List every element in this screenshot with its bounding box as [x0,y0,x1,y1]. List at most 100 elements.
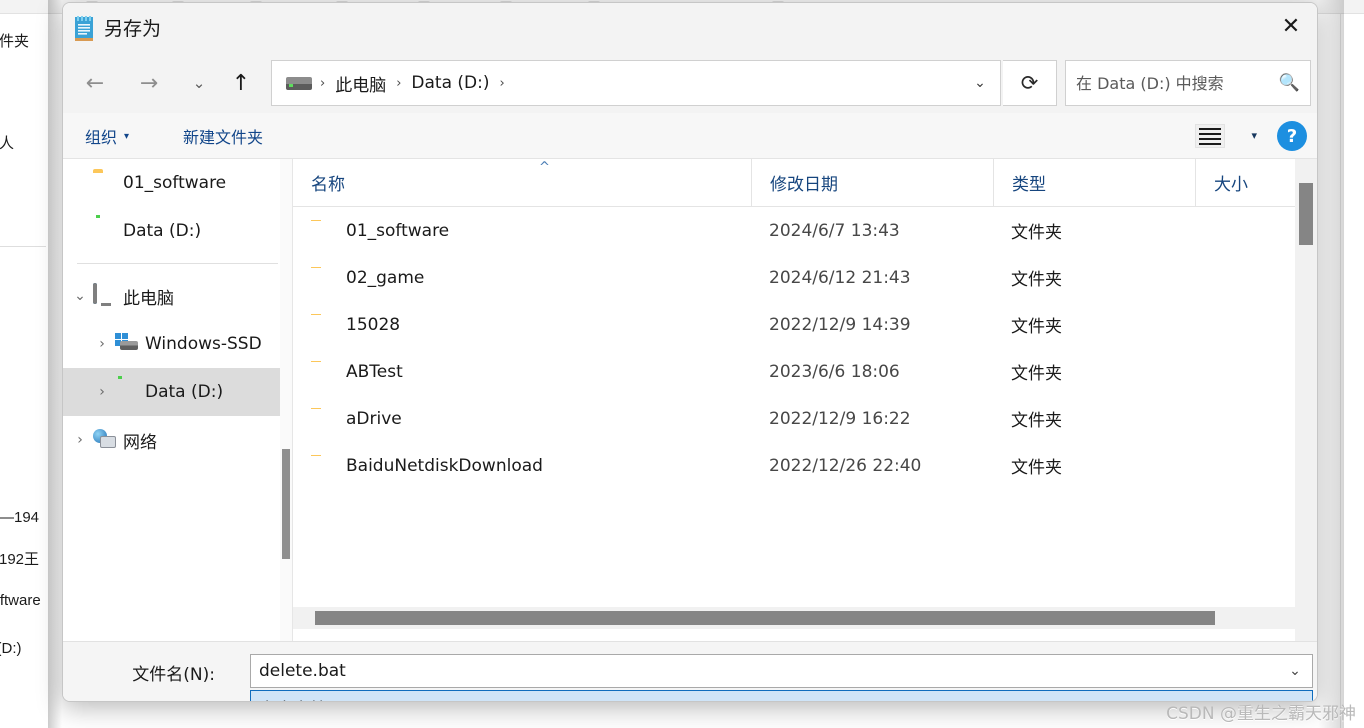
table-row[interactable]: ABTest 2023/6/6 18:06 文件夹 [293,348,1317,395]
background-clipped-label: 功—194 [0,509,40,526]
chevron-down-icon[interactable]: ⌄ [964,63,996,103]
filename-input[interactable] [259,661,1280,681]
sidebar-scrollbar[interactable] [280,159,292,641]
help-button[interactable]: ? [1277,121,1307,151]
new-folder-button[interactable]: 新建文件夹 [177,123,269,149]
breadcrumb-item-this-pc[interactable]: 此电脑 [329,67,392,100]
background-clipped-label: 个人 [0,135,15,152]
filename-label: 文件名(N): [132,665,215,685]
file-modified: 2023/6/6 18:06 [769,361,900,382]
address-bar[interactable]: › 此电脑 › Data (D:) › ⌄ [271,60,1001,106]
sidebar-divider [77,263,278,264]
recent-locations-button[interactable]: ⌄ [179,63,219,103]
table-row[interactable]: BaiduNetdiskDownload 2022/12/26 22:40 文件… [293,442,1317,489]
search-icon[interactable]: 🔍 [1279,73,1300,93]
view-options-chevron-down-icon[interactable]: ▾ [1251,129,1257,142]
close-icon[interactable]: ✕ [1265,3,1317,49]
navigation-bar: ← → ⌄ ↑ › 此电脑 › Data (D:) › ⌄ ⟳ 🔍 [63,55,1317,113]
horizontal-scrollbar-thumb[interactable] [315,611,1215,625]
twisty-collapsed-icon[interactable]: › [89,384,115,400]
filetype-value: 文本文档(*.txt) [259,695,1280,702]
vertical-scrollbar[interactable] [1295,159,1317,641]
folder-icon [311,267,335,289]
save-as-dialog: 另存为 ✕ ← → ⌄ ↑ › 此电脑 › Data (D:) › ⌄ ⟳ 🔍 [62,2,1318,702]
sidebar-item-this-pc[interactable]: ⌄ 此电脑 [63,272,292,320]
file-type: 文件夹 [1011,270,1062,290]
file-name-cell: BaiduNetdiskDownload [293,455,751,477]
file-name: aDrive [346,408,402,429]
column-header-label: 类型 [1012,174,1046,195]
twisty-collapsed-icon[interactable]: › [67,432,93,448]
sidebar-item-01-software[interactable]: › 01_software [63,159,292,207]
file-name: 02_game [346,267,425,288]
notepad-icon [75,16,93,41]
dialog-body: › 01_software › Data (D:) ⌄ 此电脑 › Win [63,159,1317,641]
file-name-cell: aDrive [293,408,751,430]
folder-icon [311,361,335,383]
chevron-down-icon[interactable]: ⌄ [1280,699,1310,701]
file-modified: 2024/6/12 21:43 [769,267,911,288]
file-name: 15028 [346,314,401,335]
file-type: 文件夹 [1011,364,1062,384]
list-view-icon[interactable] [1195,124,1225,148]
dialog-shadow-right [1318,0,1344,728]
chevron-down-icon[interactable]: ⌄ [1280,663,1310,679]
file-modified: 2022/12/9 14:39 [769,314,911,335]
refresh-icon[interactable]: ⟳ [1003,60,1057,106]
filename-combo[interactable]: ⌄ [250,654,1313,688]
vertical-scrollbar-thumb[interactable] [1299,183,1313,245]
pc-icon [93,283,117,307]
breadcrumb-separator[interactable]: › [394,76,403,91]
dialog-shadow-left [48,0,62,728]
back-button[interactable]: ← [75,63,115,103]
file-name: ABTest [346,361,403,382]
column-header-name[interactable]: 名称 ^ [293,159,751,206]
file-type: 文件夹 [1011,317,1062,337]
horizontal-scrollbar[interactable] [293,607,1307,629]
sidebar-item-network[interactable]: › 网络 [63,416,292,464]
sidebar-item-label: Data (D:) [123,221,202,241]
file-name-cell: 02_game [293,267,751,289]
twisty-expanded-icon[interactable]: ⌄ [67,288,93,304]
network-icon [93,429,117,451]
column-header-label: 修改日期 [770,174,838,195]
file-modified: 2022/12/9 16:22 [769,408,911,429]
column-header-size[interactable]: 大小 [1195,159,1305,206]
breadcrumb-separator[interactable]: › [497,76,506,91]
organize-button[interactable]: 组织 ▾ [79,123,135,149]
file-name: 01_software [346,220,450,241]
organize-label: 组织 [85,128,118,147]
column-header-label: 大小 [1214,174,1248,195]
table-row[interactable]: aDrive 2022/12/9 16:22 文件夹 [293,395,1317,442]
file-modified: 2024/6/7 13:43 [769,220,900,241]
table-row[interactable]: 15028 2022/12/9 14:39 文件夹 [293,301,1317,348]
breadcrumb-separator[interactable]: › [318,76,327,91]
file-name-cell: 01_software [293,220,751,242]
table-row[interactable]: 02_game 2024/6/12 21:43 文件夹 [293,254,1317,301]
sidebar-item-data-d-quick[interactable]: › Data (D:) [63,207,292,255]
search-input[interactable] [1076,73,1279,93]
sidebar-item-label: 网络 [123,432,157,453]
file-list-pane: 名称 ^ 修改日期 类型 大小 01_software 2024/6/7 13:… [293,159,1317,641]
sidebar-item-windows-ssd[interactable]: › Windows-SSD [63,320,292,368]
dialog-titlebar: 另存为 ✕ [63,3,1317,55]
filetype-combo[interactable]: 文本文档(*.txt) ⌄ [250,690,1313,702]
background-clipped-label: 西192王 [0,551,40,568]
background-clipped-label: a (D:) [0,640,22,657]
up-button[interactable]: ↑ [221,63,261,103]
forward-button[interactable]: → [129,63,169,103]
sidebar-item-data-d[interactable]: › Data (D:) [63,368,292,416]
breadcrumb-item-data-d[interactable]: Data (D:) [405,69,495,97]
filetype-label: 保存类型(T): [85,696,215,701]
file-type: 文件夹 [1011,458,1062,478]
file-name: BaiduNetdiskDownload [346,455,543,476]
background-clipped-label: 文件夹 [0,33,30,50]
table-row[interactable]: 01_software 2024/6/7 13:43 文件夹 [293,207,1317,254]
drive-icon[interactable] [286,76,312,90]
search-box[interactable]: 🔍 [1065,60,1311,106]
sidebar-scrollbar-thumb[interactable] [282,449,290,559]
column-header-modified[interactable]: 修改日期 [751,159,993,206]
file-type: 文件夹 [1011,411,1062,431]
column-header-type[interactable]: 类型 [993,159,1195,206]
twisty-collapsed-icon[interactable]: › [89,336,115,352]
